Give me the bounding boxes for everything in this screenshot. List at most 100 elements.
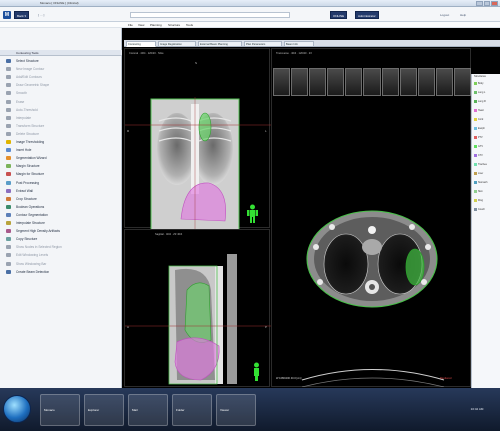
menu-planning[interactable]: Planning (150, 23, 162, 27)
tab-image-registration[interactable]: Image Registration (158, 41, 196, 47)
tool-item-label: Add/Edit Contours (16, 75, 42, 80)
structure-row[interactable]: Lung L (474, 91, 499, 95)
beam-thumbnail[interactable] (345, 68, 363, 96)
tool-item[interactable]: Insert Hole (0, 146, 122, 154)
transverse-viewport[interactable]: Transverse · 40/4 · 120/20 · 2X W 1080/2… (271, 48, 472, 387)
structure-row[interactable]: Cord (474, 118, 499, 122)
structure-row[interactable]: Lung R (474, 100, 499, 104)
minimize-button[interactable] (476, 1, 483, 6)
back-button[interactable]: Back ▾ (14, 11, 30, 19)
tool-icon (6, 115, 11, 120)
taskbar-app-button[interactable]: Viewer (216, 394, 256, 426)
structure-row[interactable]: Couch (474, 208, 499, 212)
structure-color-swatch (474, 154, 477, 157)
tool-item[interactable]: Add/Edit Contours (0, 73, 122, 81)
tool-item[interactable]: Auto-Threshold (0, 106, 122, 114)
sagittal-viewport[interactable]: Sagittal · 40/4 · ZZ 40/4 A P (124, 229, 271, 387)
structure-row[interactable]: Stomach (474, 181, 499, 185)
tool-item[interactable]: New Image Contour (0, 65, 122, 73)
menu-tools[interactable]: Tools (186, 23, 193, 27)
menu-view[interactable]: View (138, 23, 144, 27)
tool-item[interactable]: Delete Structure (0, 130, 122, 138)
beam-thumbnail[interactable] (453, 68, 472, 96)
structure-row[interactable]: Body (474, 82, 499, 86)
tool-item-label: Crop Structure (16, 196, 37, 201)
window-title: Monaco [ ONLINE ] (Clinical) (40, 1, 79, 5)
tab-beam-info[interactable]: Beam Info (284, 41, 314, 47)
structure-color-swatch (474, 208, 477, 211)
tool-item[interactable]: Create Beam Detection (0, 268, 122, 276)
structure-row[interactable]: Trachea (474, 163, 499, 167)
tool-item[interactable]: Segment High Density Artifacts (0, 227, 122, 235)
structure-row[interactable]: PTV (474, 136, 499, 140)
menu-file[interactable]: File (128, 23, 133, 27)
tool-item[interactable]: Show Windowing Bar (0, 260, 122, 268)
structure-row[interactable]: Ring (474, 199, 499, 203)
beam-thumbnail[interactable] (435, 68, 453, 96)
tool-icon (6, 131, 11, 136)
structure-row[interactable]: Liver (474, 172, 499, 176)
tool-item[interactable]: Segmentation Wizard (0, 154, 122, 162)
tool-item[interactable]: Crop Structure (0, 195, 122, 203)
structure-color-swatch (474, 100, 477, 103)
maximize-button[interactable] (483, 1, 491, 6)
tool-item[interactable]: Extract Wall (0, 187, 122, 195)
tool-item[interactable]: Interpolate Structure (0, 219, 122, 227)
logout-link[interactable]: Logout (440, 13, 449, 17)
beam-thumbnail[interactable] (381, 68, 399, 96)
tool-icon (6, 172, 11, 177)
tool-item[interactable]: Margin for Structure (0, 170, 122, 178)
help-link[interactable]: Help (460, 13, 466, 17)
taskbar-app-button[interactable]: Monaco (40, 394, 80, 426)
tool-item[interactable]: Interpolate (0, 114, 122, 122)
coronal-viewport[interactable]: Coronal · 40/4 · 120/20 · Slice S R L (124, 48, 271, 229)
beam-thumbnail[interactable] (309, 68, 327, 96)
search-box[interactable] (130, 12, 290, 18)
tool-item[interactable]: Show Nodes in Selected Region (0, 243, 122, 251)
beam-thumbnail[interactable] (273, 68, 291, 96)
tool-item[interactable]: Draw Geometric Shape (0, 81, 122, 89)
tab-contouring[interactable]: Contouring (126, 41, 156, 47)
start-button[interactable] (3, 395, 31, 423)
close-button[interactable] (491, 1, 499, 6)
beam-thumbnail[interactable] (363, 68, 381, 96)
tool-item[interactable]: Copy Structure (0, 235, 122, 243)
structure-label: Couch (478, 208, 485, 211)
structure-row[interactable]: Esoph (474, 127, 499, 131)
transverse-footer-left: W 1080/200 40.0 [cm] (276, 377, 302, 380)
beam-thumbnail[interactable] (291, 68, 309, 96)
tab-strip: Contouring Image Registration External B… (124, 40, 500, 47)
tool-item[interactable]: Contour Segmentation (0, 211, 122, 219)
tool-item[interactable]: Post Processing (0, 179, 122, 187)
tool-item[interactable]: Image Thresholding (0, 138, 122, 146)
tool-item[interactable]: Transform Structure (0, 122, 122, 130)
tab-plan-parameters-label: Plan Parameters (246, 43, 266, 46)
tool-item[interactable]: Boolean Operations (0, 203, 122, 211)
structure-row[interactable]: CTV (474, 154, 499, 158)
beam-thumbnail[interactable] (417, 68, 435, 96)
tool-item[interactable]: Erase (0, 98, 122, 106)
tool-item[interactable]: Margin Structure (0, 162, 122, 170)
coronal-orientation-right: L (265, 129, 267, 133)
structure-label: GTV (478, 145, 483, 148)
tab-plan-parameters[interactable]: Plan Parameters (244, 41, 282, 47)
taskbar-app-button[interactable]: Mail (128, 394, 168, 426)
menu-structure[interactable]: Structure (168, 23, 180, 27)
system-clock[interactable]: 10:42 AM (458, 402, 496, 416)
tool-item[interactable]: Smooth (0, 89, 122, 97)
structure-list-header: Structures (474, 75, 486, 78)
tab-external-beam-planning[interactable]: External Beam Planning (198, 41, 242, 47)
structure-row[interactable]: Heart (474, 109, 499, 113)
online-button[interactable]: ONLINE (330, 11, 348, 19)
user-button[interactable]: Administrator (355, 11, 379, 19)
structure-row[interactable]: Skin (474, 190, 499, 194)
beam-thumbnail[interactable] (327, 68, 345, 96)
taskbar-app-button[interactable]: Explorer (84, 394, 124, 426)
structure-row[interactable]: GTV (474, 145, 499, 149)
tool-item-label: New Image Contour (16, 67, 45, 72)
tool-item[interactable]: Edit Windowing Levels (0, 251, 122, 259)
taskbar-app-button[interactable]: Folder (172, 394, 212, 426)
taskbar-app-label: Viewer (220, 408, 230, 412)
tool-item[interactable]: Select Structure (0, 57, 122, 65)
beam-thumbnail[interactable] (399, 68, 417, 96)
